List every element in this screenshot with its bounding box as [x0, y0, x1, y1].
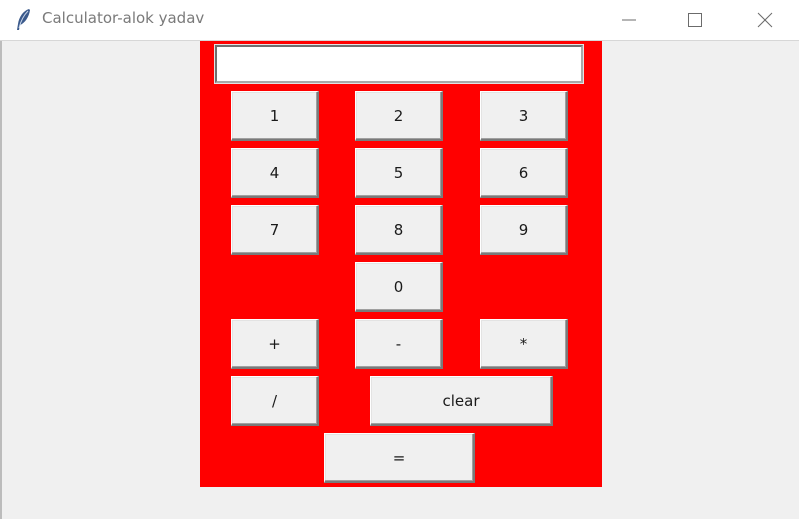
clear-button[interactable]: clear — [370, 376, 553, 426]
key-8-button[interactable]: 8 — [355, 205, 443, 255]
key-9-button[interactable]: 9 — [480, 205, 568, 255]
maximize-button[interactable] — [672, 0, 718, 40]
window-title: Calculator-alok yadav — [42, 9, 205, 27]
key-4-button[interactable]: 4 — [231, 148, 319, 198]
title-bar[interactable]: Calculator-alok yadav — [0, 0, 799, 41]
key-2-button[interactable]: 2 — [355, 91, 443, 141]
window-edge — [0, 41, 2, 519]
minus-button[interactable]: - — [355, 319, 443, 369]
key-0-button[interactable]: 0 — [355, 262, 443, 312]
calculator-window: Calculator-alok yadav 1 2 3 4 5 6 7 8 9 … — [0, 0, 799, 519]
feather-icon — [14, 8, 34, 32]
minimize-icon — [622, 19, 636, 21]
multiply-button[interactable]: * — [480, 319, 568, 369]
key-6-button[interactable]: 6 — [480, 148, 568, 198]
close-button[interactable] — [742, 0, 788, 40]
maximize-icon — [688, 13, 702, 27]
key-3-button[interactable]: 3 — [480, 91, 568, 141]
minimize-button[interactable] — [606, 0, 652, 40]
display-entry[interactable] — [214, 44, 584, 84]
plus-button[interactable]: + — [231, 319, 319, 369]
calculator-panel: 1 2 3 4 5 6 7 8 9 0 + - * / clear = — [200, 41, 602, 487]
key-5-button[interactable]: 5 — [355, 148, 443, 198]
close-icon — [757, 12, 773, 28]
key-1-button[interactable]: 1 — [231, 91, 319, 141]
equals-button[interactable]: = — [324, 433, 475, 483]
key-7-button[interactable]: 7 — [231, 205, 319, 255]
divide-button[interactable]: / — [231, 376, 319, 426]
